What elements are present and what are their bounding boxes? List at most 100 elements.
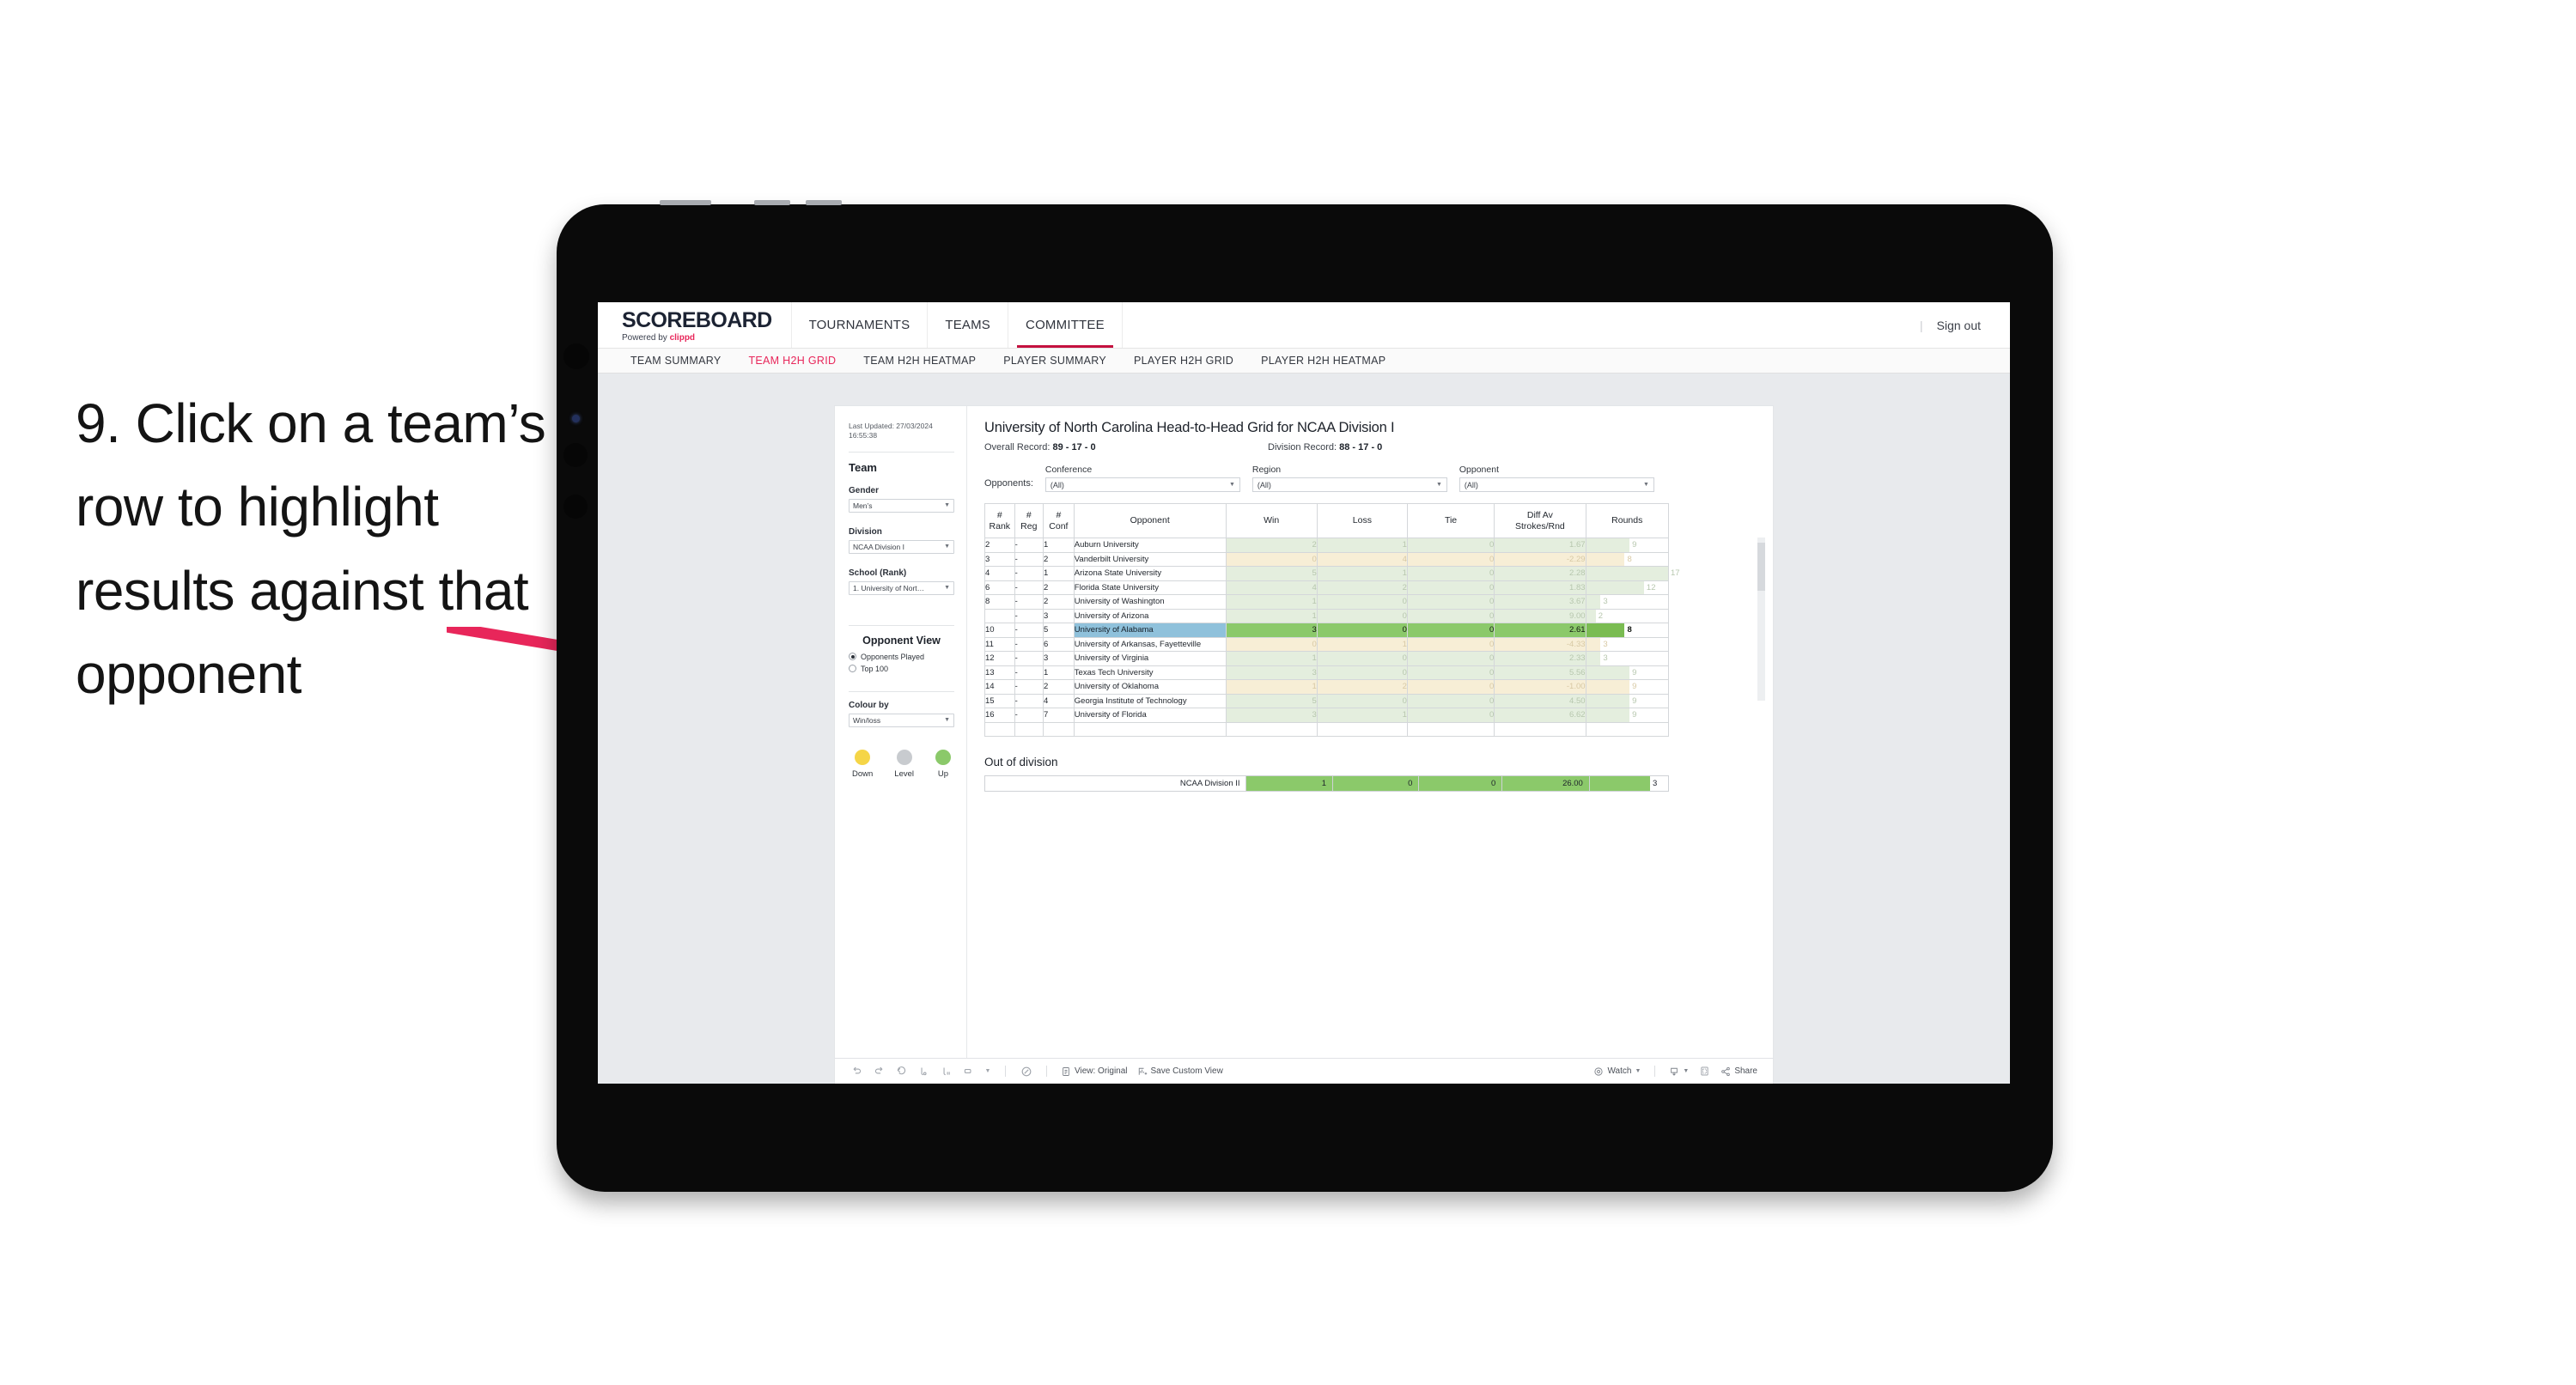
filters-lead-label: Opponents:: [984, 478, 1033, 489]
cell-win: 2: [1225, 538, 1318, 553]
watch-button[interactable]: Watch ▼: [1593, 1066, 1641, 1077]
table-row[interactable]: 11-6 University of Arkansas, Fayetteville…: [984, 636, 1670, 652]
cell-opponent: University of Arkansas, Fayetteville: [1073, 636, 1227, 652]
view-original-button[interactable]: View: Original: [1061, 1066, 1128, 1077]
cell-rounds: 8: [1585, 623, 1670, 638]
header-right-actions: | Sign out: [1920, 302, 2010, 348]
dashboard-body: Last Updated: 27/03/2024 16:55:38 Team G…: [598, 374, 2010, 1084]
subnav-team-h2h-grid[interactable]: TEAM H2H GRID: [734, 355, 850, 367]
cell-loss: 4: [1316, 551, 1408, 567]
division-value: NCAA Division I: [853, 542, 904, 551]
cell-rank: 4: [984, 566, 1015, 581]
cell-tie: 0: [1406, 608, 1495, 623]
col-conf[interactable]: # Conf: [1042, 503, 1075, 538]
school-select[interactable]: 1. University of Nort… ▼: [849, 580, 954, 595]
scoreboard-logo[interactable]: SCOREBOARD Powered by clippd: [598, 302, 792, 348]
refresh-icon[interactable]: [917, 1065, 930, 1078]
nav-tab-committee[interactable]: COMMITTEE: [1008, 302, 1123, 348]
cell-conf: 4: [1042, 693, 1075, 708]
table-row[interactable]: 2-1 Auburn University 2 1 0 1.67 9: [984, 538, 1670, 553]
col-reg[interactable]: # Reg: [1014, 503, 1044, 538]
nav-tab-teams[interactable]: TEAMS: [928, 302, 1009, 348]
undo-icon[interactable]: [850, 1065, 863, 1078]
legend-item-level: Level: [894, 749, 914, 779]
rounds-value: 9: [1632, 667, 1637, 677]
volume-down-button[interactable]: [806, 200, 842, 205]
dropdown-caret-icon[interactable]: ▼: [984, 1065, 991, 1078]
rounds-bar: [1586, 680, 1630, 694]
out-of-division-row[interactable]: NCAA Division II 1 0 0 26.00 3: [984, 775, 1670, 792]
cell-conf: 1: [1042, 665, 1075, 680]
fullscreen-icon[interactable]: [1698, 1065, 1711, 1078]
secondary-nav: TEAM SUMMARY TEAM H2H GRID TEAM H2H HEAT…: [598, 349, 2010, 374]
download-button[interactable]: ▼: [1669, 1066, 1689, 1077]
cell-conf: 1: [1042, 538, 1075, 553]
table-row[interactable]: 15-4 Georgia Institute of Technology 5 0 0 4.…: [984, 693, 1670, 708]
cell-conf: 5: [1042, 623, 1075, 638]
table-row[interactable]: 4-1 Arizona State University 5 1 0 2.28 17: [984, 566, 1680, 581]
cell-conf: 3: [1042, 608, 1075, 623]
subnav-player-h2h-heatmap[interactable]: PLAYER H2H HEATMAP: [1247, 355, 1399, 367]
empty-cell: [1042, 721, 1075, 737]
radio-top-100[interactable]: Top 100: [849, 665, 954, 673]
table-row[interactable]: -3 University of Arizona 1 0 0 9.00 2: [984, 608, 1670, 623]
overall-record-value: 89 - 17 - 0: [1052, 442, 1096, 453]
subnav-team-summary[interactable]: TEAM SUMMARY: [617, 355, 734, 367]
cell-conf: 6: [1042, 636, 1075, 652]
save-custom-view-button[interactable]: Save Custom View: [1137, 1066, 1223, 1077]
table-scrollbar-thumb[interactable]: [1757, 543, 1765, 591]
cell-win: 5: [1225, 566, 1318, 581]
share-button[interactable]: Share: [1720, 1066, 1757, 1077]
radio-opponents-played[interactable]: Opponents Played: [849, 653, 954, 661]
filter-region-select[interactable]: (All) ▼: [1251, 477, 1447, 492]
table-row[interactable]: 8-2 University of Washington 1 0 0 3.67 3: [984, 594, 1670, 610]
empty-cell: [1316, 721, 1408, 737]
filter-opponent-select[interactable]: (All) ▼: [1459, 477, 1654, 492]
table-row[interactable]: 12-3 University of Virginia 1 0 0 2.33 3: [984, 651, 1670, 666]
cell-diff: 2.33: [1494, 651, 1586, 666]
cell-opponent: Florida State University: [1073, 580, 1227, 595]
chevron-down-icon: ▼: [944, 585, 950, 592]
table-row[interactable]: 6-2 Florida State University 4 2 0 1.83 12: [984, 580, 1670, 595]
sign-out-link[interactable]: Sign out: [1937, 319, 1981, 332]
power-button[interactable]: [660, 200, 711, 205]
cell-tie: 0: [1406, 665, 1495, 680]
pause-icon[interactable]: [940, 1065, 953, 1078]
table-row[interactable]: 14-2 University of Oklahoma 1 2 0 -1.00 9: [984, 679, 1670, 695]
cell-rank: 8: [984, 594, 1015, 610]
col-rounds[interactable]: Rounds: [1585, 503, 1670, 538]
cell-rank: 14: [984, 679, 1015, 695]
redo-icon[interactable]: [873, 1065, 886, 1078]
rounds-value: 17: [1671, 568, 1680, 579]
division-select[interactable]: NCAA Division I ▼: [849, 539, 954, 554]
swap-icon[interactable]: [962, 1065, 975, 1078]
gender-select[interactable]: Men’s ▼: [849, 498, 954, 513]
cell-rounds: 9: [1585, 679, 1670, 695]
col-tie[interactable]: Tie: [1406, 503, 1495, 538]
cell-rounds: 9: [1585, 665, 1670, 680]
table-row[interactable]: 10-5 University of Alabama 3 0 0 2.61 8: [984, 623, 1670, 638]
filter-conference-select[interactable]: (All) ▼: [1044, 477, 1240, 492]
subnav-team-h2h-heatmap[interactable]: TEAM H2H HEATMAP: [850, 355, 990, 367]
nav-tab-tournaments[interactable]: TOURNAMENTS: [792, 302, 929, 348]
clear-icon[interactable]: [1020, 1065, 1032, 1078]
col-diff[interactable]: Diff Av Strokes/Rnd: [1494, 503, 1586, 538]
table-row[interactable]: 3-2 Vanderbilt University 0 4 0 -2.29 8: [984, 551, 1670, 567]
dashboard-inner: Last Updated: 27/03/2024 16:55:38 Team G…: [835, 406, 1773, 1058]
table-row[interactable]: 13-1 Texas Tech University 3 0 0 5.56 9: [984, 665, 1670, 680]
legend-label-up: Up: [937, 768, 949, 779]
legend-dot-level: [896, 749, 912, 765]
cell-reg: -: [1014, 623, 1044, 638]
cell-conf: 7: [1042, 708, 1075, 723]
table-row[interactable]: 16-7 University of Florida 3 1 0 6.62 9: [984, 708, 1670, 723]
subnav-player-summary[interactable]: PLAYER SUMMARY: [990, 355, 1120, 367]
col-loss[interactable]: Loss: [1316, 503, 1408, 538]
revert-icon[interactable]: [895, 1065, 908, 1078]
gender-label: Gender: [849, 485, 880, 495]
subnav-player-h2h-grid[interactable]: PLAYER H2H GRID: [1120, 355, 1247, 367]
colour-by-select[interactable]: Win/loss ▼: [849, 713, 954, 727]
col-rank[interactable]: # Rank: [984, 503, 1015, 538]
volume-up-button[interactable]: [754, 200, 790, 205]
col-opponent[interactable]: Opponent: [1073, 503, 1227, 538]
col-win[interactable]: Win: [1225, 503, 1318, 538]
